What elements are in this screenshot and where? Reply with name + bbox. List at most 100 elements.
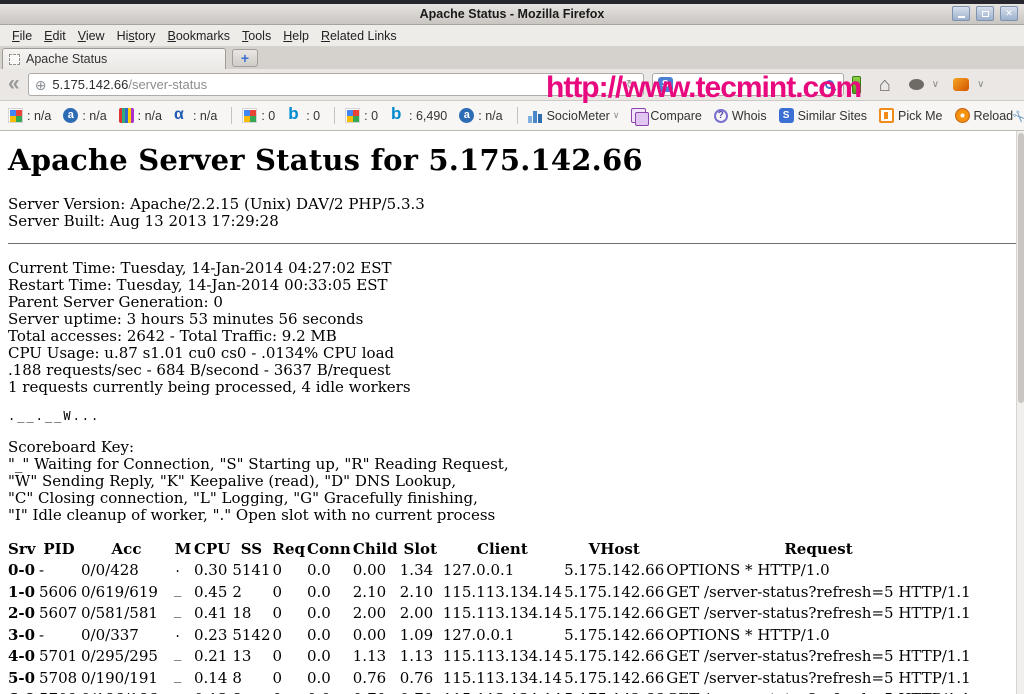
table-cell: 0.0 — [307, 690, 353, 694]
table-cell: 0.41 — [194, 604, 232, 626]
column-header: Acc — [81, 540, 174, 561]
window-titlebar[interactable]: Apache Status - Mozilla Firefox ✕ — [0, 4, 1024, 25]
column-header: Request — [666, 540, 972, 561]
column-header: M — [174, 540, 194, 561]
bing-index-stat[interactable]: : 0 — [287, 108, 320, 123]
alpha-stat[interactable]: : n/a — [174, 108, 217, 123]
menu-bookmarks[interactable]: Bookmarks — [162, 25, 237, 47]
url-host: 5.175.142.66 — [52, 77, 128, 92]
reload-button[interactable]: Reload — [955, 108, 1014, 123]
chevron-down-icon-2[interactable]: ∨ — [977, 79, 984, 90]
chevron-down-icon[interactable]: ∨ — [932, 79, 939, 90]
toolbar-separator — [517, 107, 518, 124]
menu-edit[interactable]: Edit — [38, 25, 72, 47]
column-header: CPU — [194, 540, 232, 561]
new-tab-button[interactable]: + — [232, 49, 258, 67]
sociometer-button[interactable]: SocioMeter∨ — [528, 108, 620, 123]
table-row: 2-056070/581/581_0.411800.02.002.00115.1… — [8, 604, 973, 626]
table-cell: 0 — [273, 604, 308, 626]
alexa-rank-stat[interactable]: : n/a — [459, 108, 502, 123]
close-button[interactable]: ✕ — [1000, 6, 1018, 21]
table-cell: 0.70 — [400, 690, 443, 694]
scrollbar[interactable] — [1016, 131, 1024, 694]
home-icon[interactable]: ⌂ — [879, 75, 891, 95]
scrollbar-thumb[interactable] — [1018, 133, 1024, 403]
search-icon[interactable] — [825, 80, 834, 89]
google-index-stat[interactable]: : 0 — [242, 108, 275, 123]
google-pagerank-icon — [345, 108, 360, 123]
table-cell: 2.00 — [353, 604, 400, 626]
table-row: 3-0-0/0/337.0.23514200.00.001.09127.0.0.… — [8, 626, 973, 648]
menu-view[interactable]: View — [72, 25, 111, 47]
table-cell: 0/581/581 — [81, 604, 174, 626]
stat-value: : 0 — [306, 109, 320, 123]
url-bar[interactable]: ⊕ 5.175.142.66/server-status ↻ — [28, 73, 644, 96]
table-cell: 0.76 — [353, 669, 400, 691]
table-cell: GET /server-status?refresh=5 HTTP/1.1 — [666, 583, 972, 605]
similar-sites-icon — [779, 108, 794, 123]
table-cell: GET /server-status?refresh=5 HTTP/1.1 — [666, 669, 972, 691]
status-indicator-icon[interactable] — [852, 76, 861, 94]
table-cell: 115.113.134.14 — [443, 669, 564, 691]
button-label: Whois — [732, 109, 767, 123]
table-cell: 0.13 — [194, 690, 232, 694]
whois-button[interactable]: Whois — [714, 109, 767, 123]
bing-backlinks-stat[interactable]: : 6,490 — [390, 108, 447, 123]
table-cell: 5141 — [232, 561, 272, 583]
pagerank-stat[interactable]: : n/a — [8, 108, 51, 123]
table-cell: 2.00 — [400, 604, 443, 626]
table-header-row: SrvPIDAccMCPUSSReqConnChildSlotClientVHo… — [8, 540, 973, 561]
addon-icon-2[interactable] — [953, 78, 969, 91]
tab-apache-status[interactable]: Apache Status — [2, 48, 226, 69]
alexa-stat[interactable]: : n/a — [63, 108, 106, 123]
button-label: Similar Sites — [798, 109, 867, 123]
menu-tools[interactable]: Tools — [236, 25, 277, 47]
stats-line: Server uptime: 3 hours 53 minutes 56 sec… — [8, 311, 1024, 328]
tab-favicon-placeholder-icon — [9, 54, 20, 65]
table-cell: 6-0 — [8, 690, 39, 694]
server-version: Server Version: Apache/2.2.15 (Unix) DAV… — [8, 196, 1024, 213]
menu-file[interactable]: File — [6, 25, 38, 47]
google-backlinks-stat[interactable]: : 0 — [345, 108, 378, 123]
table-cell: _ — [174, 690, 194, 694]
stats-line: Total accesses: 2642 - Total Traffic: 9.… — [8, 328, 1024, 345]
pick-me-button[interactable]: Pick Me — [879, 108, 942, 123]
menu-history[interactable]: History — [111, 25, 162, 47]
back-button[interactable]: « — [8, 73, 20, 94]
directory-stat[interactable]: : n/a — [119, 108, 162, 123]
google-pagerank-icon — [242, 108, 257, 123]
compare-pages-icon — [631, 108, 646, 123]
menu-help[interactable]: Help — [277, 25, 315, 47]
column-header: Conn — [307, 540, 353, 561]
scissors-icon[interactable] — [1012, 108, 1024, 123]
reload-icon[interactable]: ↻ — [626, 77, 637, 93]
table-cell: 5607 — [39, 604, 81, 626]
similar-sites-button[interactable]: Similar Sites — [779, 108, 867, 123]
google-pagerank-icon — [8, 108, 23, 123]
globe-icon: ⊕ — [35, 78, 47, 92]
table-cell: 0/186/186 — [81, 690, 174, 694]
stat-value: : n/a — [478, 109, 502, 123]
stat-value: : n/a — [27, 109, 51, 123]
bing-icon — [287, 108, 302, 123]
table-cell: 115.113.134.14 — [443, 604, 564, 626]
addon-icon[interactable] — [909, 79, 924, 90]
compare-button[interactable]: Compare — [631, 108, 701, 123]
search-engine-icon[interactable]: S — [658, 77, 673, 92]
table-cell: 5.175.142.66 — [564, 583, 666, 605]
stats-line: Parent Server Generation: 0 — [8, 294, 1024, 311]
maximize-button[interactable] — [976, 6, 994, 21]
table-cell: 0/0/337 — [81, 626, 174, 648]
page-content: Apache Server Status for 5.175.142.66 Se… — [0, 131, 1024, 694]
pick-me-icon — [879, 108, 894, 123]
table-cell: 0/619/619 — [81, 583, 174, 605]
table-cell: _ — [174, 583, 194, 605]
table-cell: 8 — [232, 669, 272, 691]
search-input[interactable]: S — [652, 73, 844, 96]
table-cell: 5142 — [232, 626, 272, 648]
menu-related-links[interactable]: Related Links — [315, 25, 403, 47]
minimize-button[interactable] — [952, 6, 970, 21]
window-controls: ✕ — [952, 6, 1018, 21]
table-cell: 0/190/191 — [81, 669, 174, 691]
column-header: Client — [443, 540, 564, 561]
